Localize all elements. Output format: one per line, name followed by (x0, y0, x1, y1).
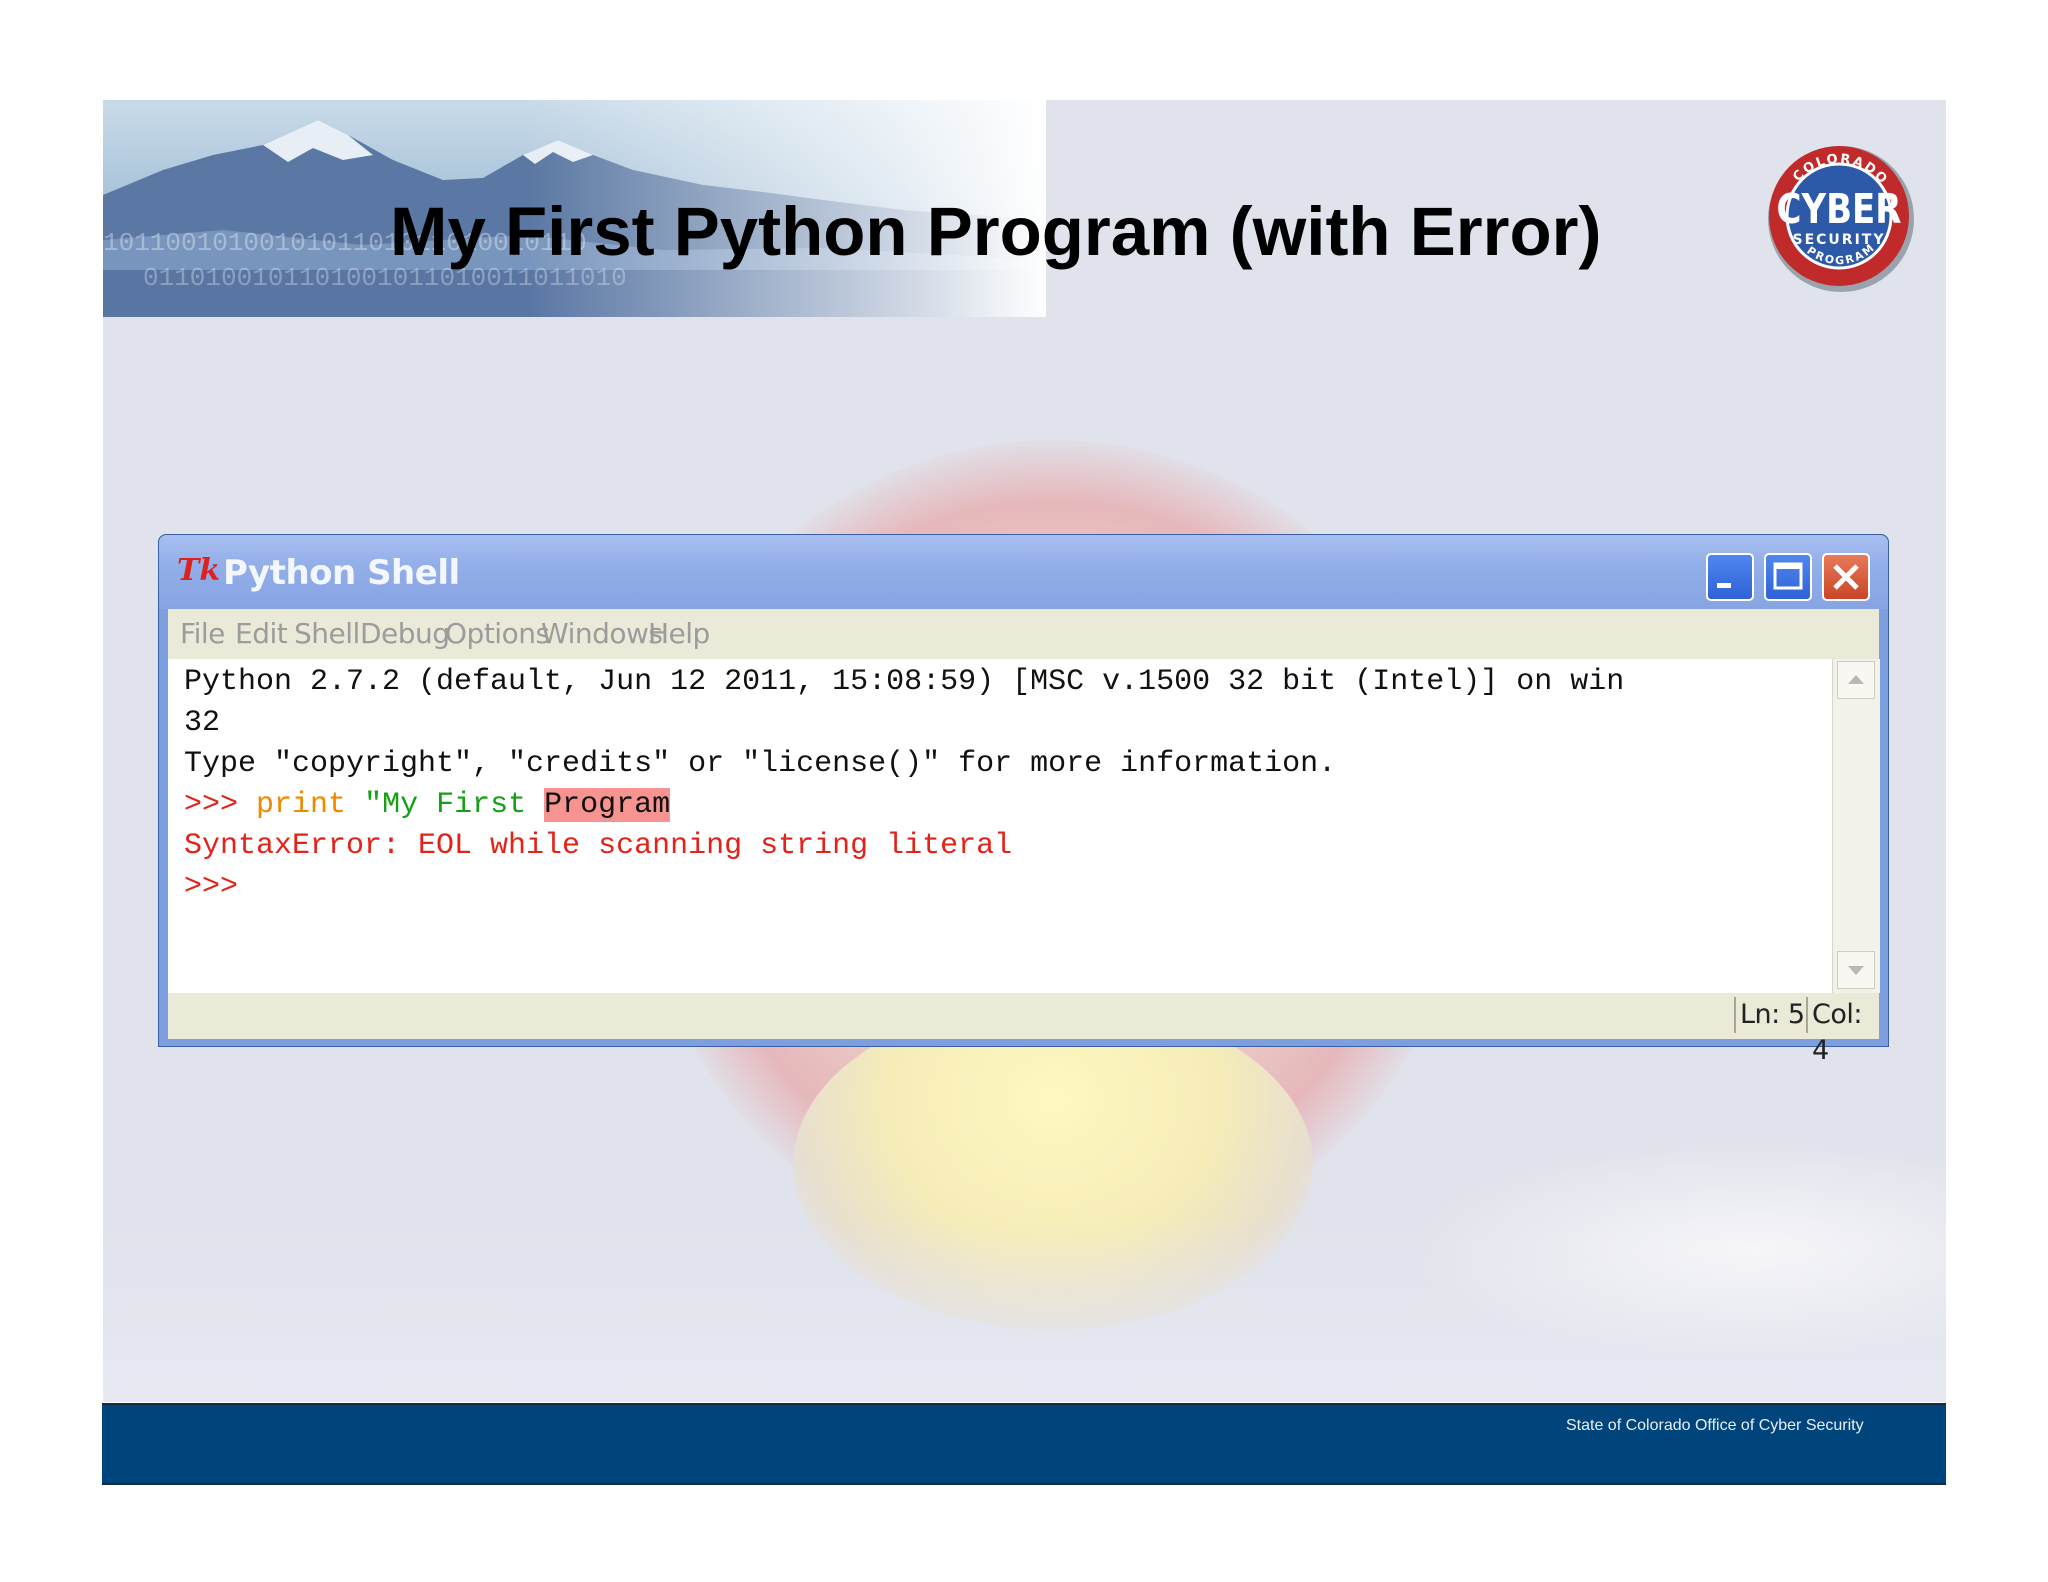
status-bar: Ln: 5 Col: 4 (168, 993, 1879, 1066)
cyber-security-badge: COLORADO PROGRAM CYBER SECURITY (1766, 144, 1916, 294)
python-shell-window: Tk Python Shell File Edit Shell Debug Op… (158, 534, 1889, 1066)
menu-shell[interactable]: Shell (294, 617, 360, 650)
menu-windows[interactable]: Windows (541, 617, 663, 650)
minimize-icon (1717, 583, 1731, 588)
shell-info-line: Type "copyright", "credits" or "license(… (184, 747, 1337, 781)
badge-sub-text: SECURITY (1793, 232, 1886, 248)
slide-footer: State of Colorado Office of Cyber Securi… (102, 1403, 1946, 1485)
print-keyword: print (256, 788, 347, 822)
window-title: Python Shell (223, 553, 460, 593)
shell-banner-line: Python 2.7.2 (default, Jun 12 2011, 15:0… (184, 665, 1625, 699)
maximize-icon (1773, 562, 1803, 590)
scroll-down-button[interactable] (1837, 951, 1875, 989)
tk-app-icon: Tk (177, 553, 221, 588)
shell-prompt: >>> (184, 788, 239, 822)
minimize-button[interactable] (1706, 553, 1754, 601)
shell-text-area[interactable]: Python 2.7.2 (default, Jun 12 2011, 15:0… (168, 659, 1832, 993)
close-icon (1833, 564, 1859, 590)
slide-title: My First Python Program (with Error) (390, 193, 1602, 270)
menu-bar: File Edit Shell Debug Options Windows He… (168, 609, 1879, 659)
scroll-up-button[interactable] (1837, 661, 1875, 699)
menu-edit[interactable]: Edit (235, 617, 288, 650)
vertical-scrollbar[interactable] (1832, 659, 1880, 993)
shell-input-line: >>> print "My First Program (184, 788, 671, 822)
error-highlight: Program (544, 788, 671, 822)
maximize-button[interactable] (1764, 553, 1812, 601)
chevron-up-icon (1848, 675, 1864, 684)
shell-banner-line-wrap: 32 (184, 706, 221, 740)
badge-main-text: CYBER (1777, 185, 1902, 233)
chevron-down-icon (1848, 966, 1864, 975)
shell-prompt-empty: >>> (184, 870, 239, 904)
footer-text: State of Colorado Office of Cyber Securi… (1566, 1417, 1864, 1434)
window-titlebar[interactable]: Tk Python Shell (159, 535, 1888, 609)
menu-debug[interactable]: Debug (360, 617, 450, 650)
menu-file[interactable]: File (180, 617, 225, 650)
menu-options[interactable]: Options (445, 617, 550, 650)
close-button[interactable] (1822, 553, 1870, 601)
status-column-number: Col: 4 (1806, 997, 1879, 1066)
status-line-number: Ln: 5 (1734, 997, 1805, 1033)
string-literal: "My First (364, 788, 527, 822)
syntax-error-message: SyntaxError: EOL while scanning string l… (184, 829, 1013, 863)
menu-help[interactable]: Help (648, 617, 710, 650)
